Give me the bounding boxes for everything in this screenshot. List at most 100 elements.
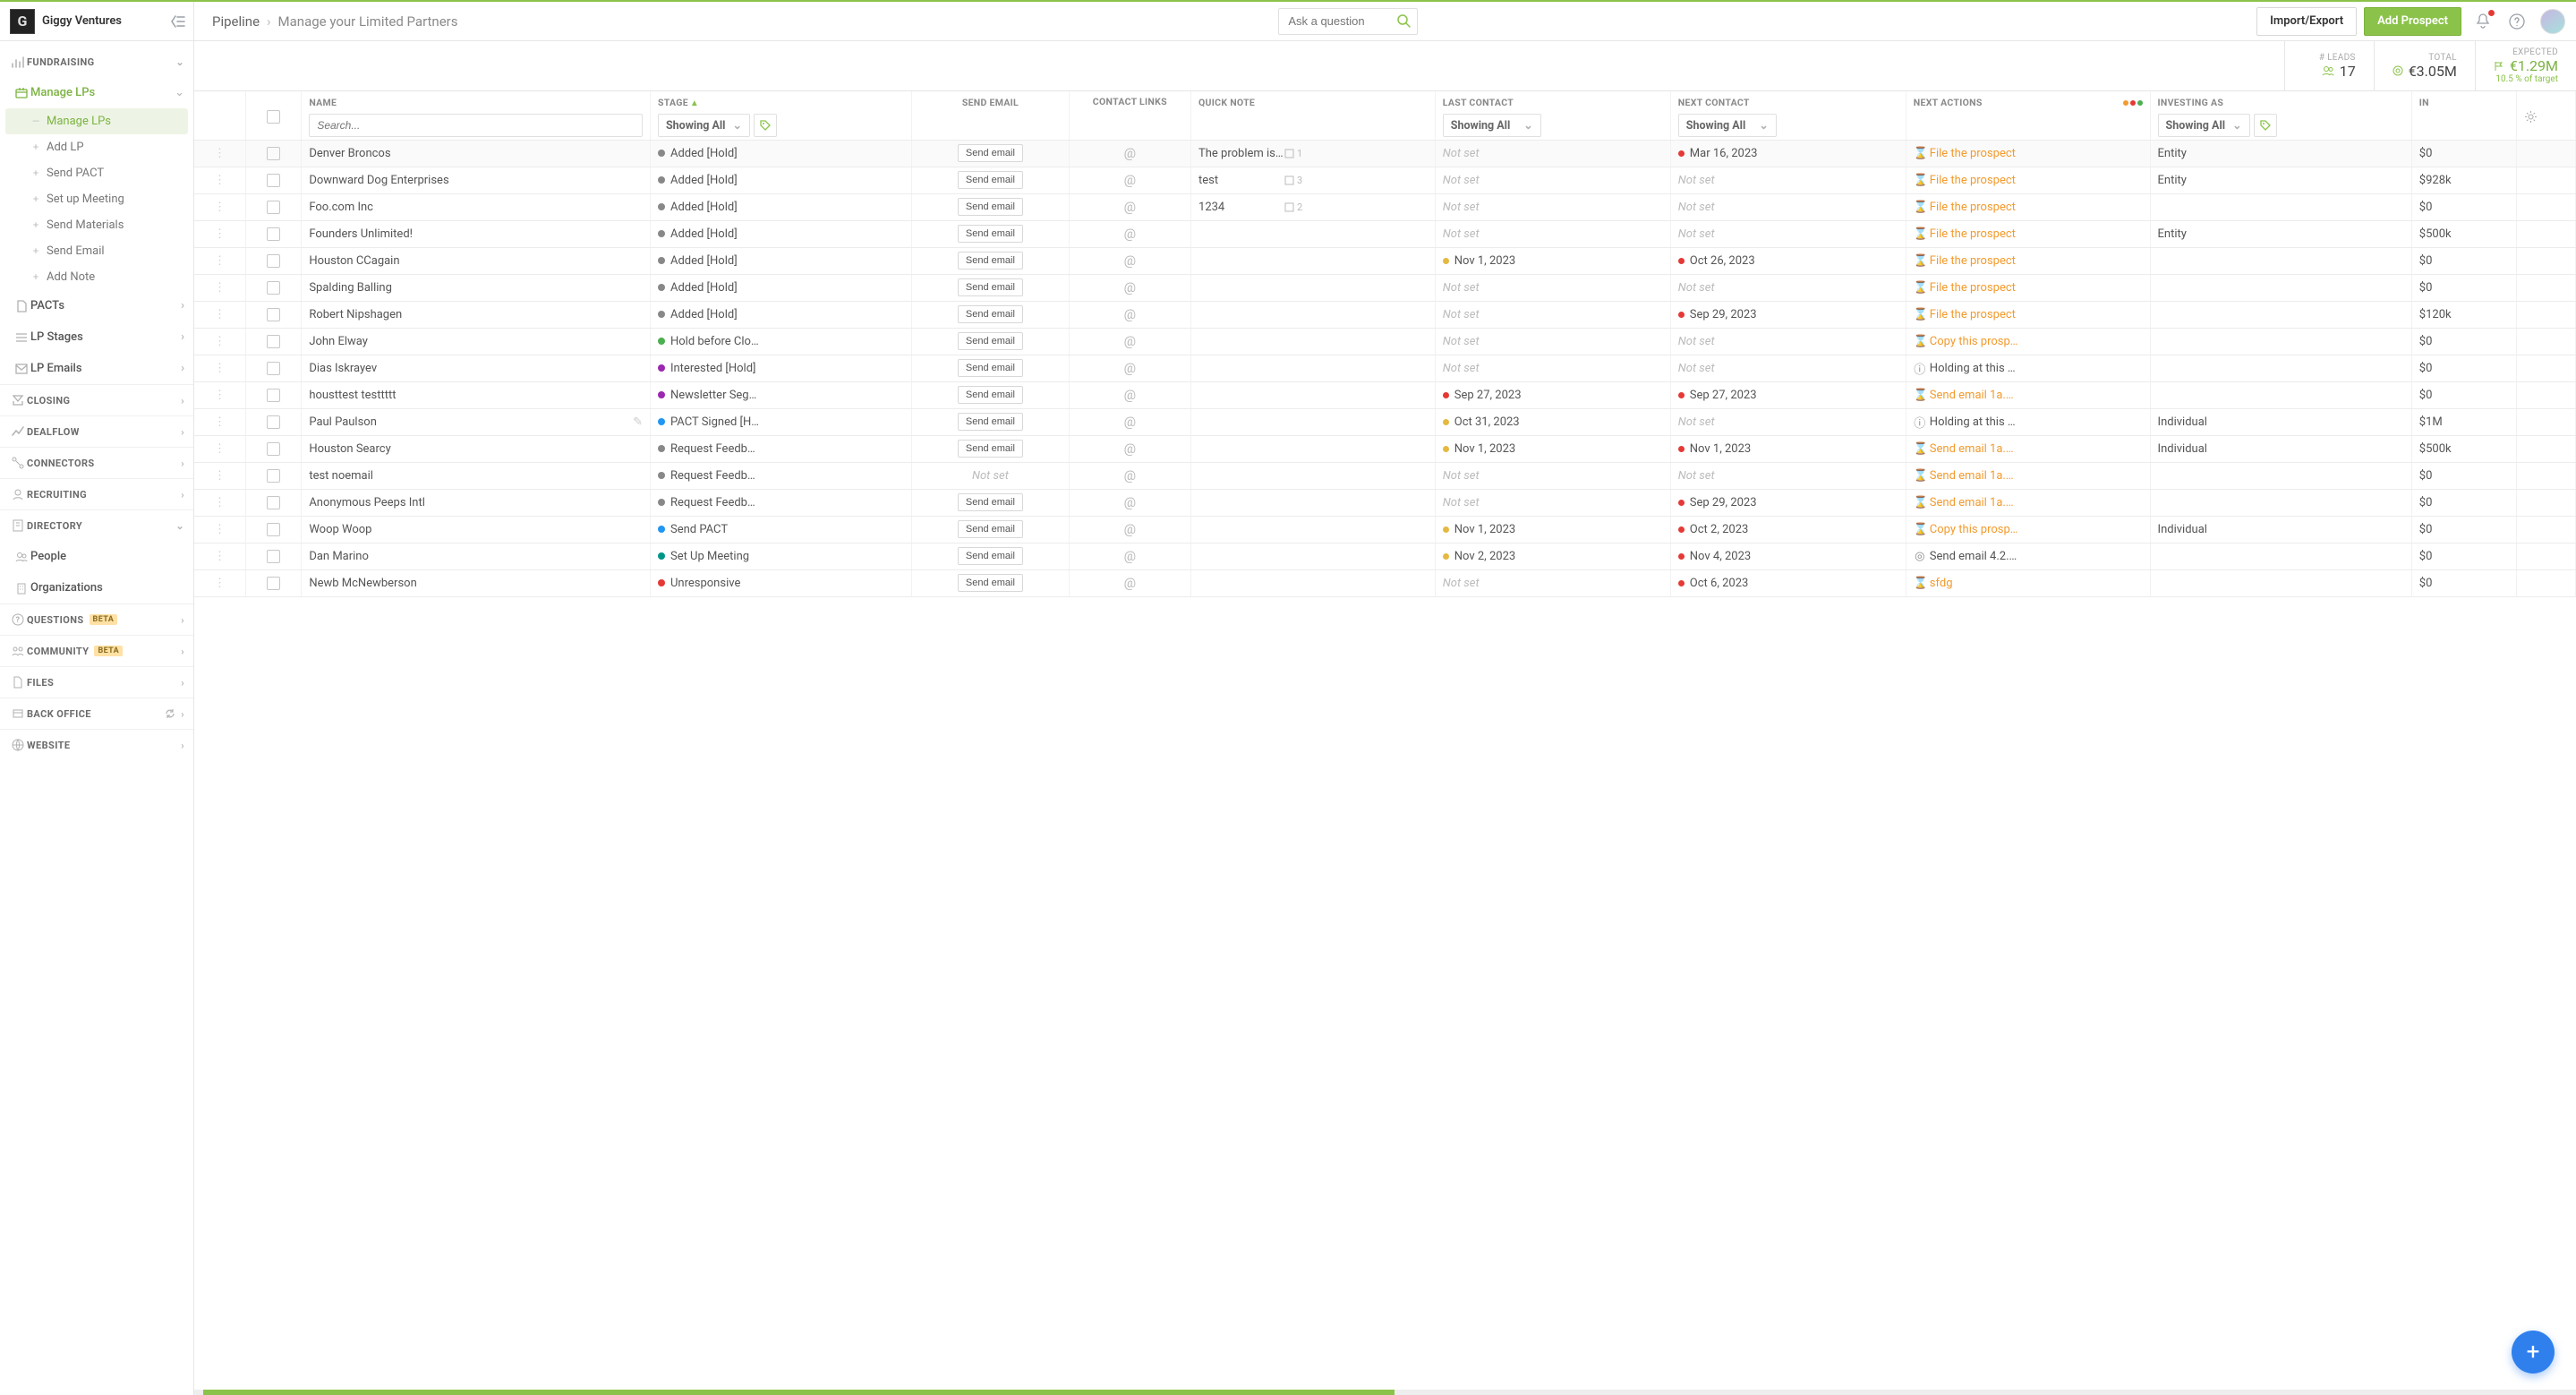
- cell-quick[interactable]: [1191, 435, 1436, 462]
- cell-contact[interactable]: @: [1069, 301, 1190, 328]
- send-email-button[interactable]: Send email: [958, 171, 1023, 189]
- cell-contact[interactable]: @: [1069, 435, 1190, 462]
- cell-stage[interactable]: Request Feedback: [650, 462, 911, 489]
- cell-investing-as[interactable]: [2150, 247, 2411, 274]
- cell-contact[interactable]: @: [1069, 543, 1190, 569]
- cell-name[interactable]: Dias Iskrayev: [302, 355, 651, 381]
- sidebar-collapse-icon[interactable]: [170, 15, 186, 28]
- cell-investing-as[interactable]: Individual: [2150, 435, 2411, 462]
- send-email-button[interactable]: Send email: [958, 332, 1023, 350]
- add-prospect-button[interactable]: Add Prospect: [2364, 7, 2461, 36]
- cell-last-contact[interactable]: Not set: [1435, 140, 1670, 167]
- cell-in[interactable]: $0: [2411, 328, 2516, 355]
- cell-next-action[interactable]: ⌛File the prospect: [1906, 274, 2150, 301]
- cell-next-action[interactable]: ⌛Send email 1a.1. Fe...: [1906, 435, 2150, 462]
- at-icon[interactable]: @: [1124, 494, 1136, 510]
- table-row[interactable]: ⋮Anonymous Peeps IntlRequest FeedbackSen…: [194, 489, 2576, 516]
- cell-next-contact[interactable]: Not set: [1670, 220, 1906, 247]
- cell-next-contact[interactable]: Not set: [1670, 408, 1906, 435]
- send-email-button[interactable]: Send email: [958, 493, 1023, 511]
- table-settings-icon[interactable]: [2524, 110, 2568, 124]
- table-row[interactable]: ⋮Woop WoopSend PACTSend email@Nov 1, 202…: [194, 516, 2576, 543]
- at-icon[interactable]: @: [1124, 521, 1136, 537]
- sidebar-item-lp-stages[interactable]: LP Stages ›: [0, 321, 193, 353]
- cell-stage[interactable]: Added [Hold]: [650, 247, 911, 274]
- cell-in[interactable]: $500k: [2411, 435, 2516, 462]
- cell-in[interactable]: $0: [2411, 140, 2516, 167]
- cell-quick[interactable]: [1191, 328, 1436, 355]
- send-email-button[interactable]: Send email: [958, 252, 1023, 270]
- cell-quick[interactable]: [1191, 543, 1436, 569]
- row-checkbox[interactable]: [267, 174, 280, 187]
- cell-investing-as[interactable]: [2150, 301, 2411, 328]
- cell-stage[interactable]: Added [Hold]: [650, 193, 911, 220]
- cell-name[interactable]: Newb McNewberson: [302, 569, 651, 596]
- cell-next-contact[interactable]: Nov 1, 2023: [1670, 435, 1906, 462]
- at-icon[interactable]: @: [1124, 333, 1136, 349]
- cell-investing-as[interactable]: [2150, 355, 2411, 381]
- table-row[interactable]: ⋮Robert NipshagenAdded [Hold]Send email@…: [194, 301, 2576, 328]
- cell-last-contact[interactable]: Nov 1, 2023: [1435, 516, 1670, 543]
- cell-investing-as[interactable]: [2150, 462, 2411, 489]
- cell-investing-as[interactable]: [2150, 381, 2411, 408]
- row-checkbox[interactable]: [267, 469, 280, 483]
- cell-next-action[interactable]: ⌛File the prospect: [1906, 193, 2150, 220]
- sidebar-section-connectors[interactable]: CONNECTORS ›: [0, 448, 193, 478]
- row-checkbox[interactable]: [267, 415, 280, 429]
- sidebar-subitem-add-lp[interactable]: +Add LP: [0, 134, 193, 160]
- at-icon[interactable]: @: [1124, 575, 1136, 591]
- table-row[interactable]: ⋮Newb McNewbersonUnresponsiveSend email@…: [194, 569, 2576, 596]
- row-drag-handle[interactable]: ⋮: [194, 193, 245, 220]
- cell-next-contact[interactable]: Not set: [1670, 193, 1906, 220]
- investas-tag-button[interactable]: [2254, 114, 2277, 137]
- at-icon[interactable]: @: [1124, 360, 1136, 376]
- cell-last-contact[interactable]: Not set: [1435, 193, 1670, 220]
- table-row[interactable]: ⋮test noemailRequest FeedbackNot set@Not…: [194, 462, 2576, 489]
- send-email-button[interactable]: Send email: [958, 198, 1023, 216]
- row-checkbox[interactable]: [267, 147, 280, 160]
- send-email-button[interactable]: Send email: [958, 359, 1023, 377]
- row-drag-handle[interactable]: ⋮: [194, 408, 245, 435]
- row-checkbox[interactable]: [267, 308, 280, 321]
- import-export-button[interactable]: Import/Export: [2256, 7, 2357, 36]
- cell-last-contact[interactable]: Not set: [1435, 462, 1670, 489]
- row-drag-handle[interactable]: ⋮: [194, 381, 245, 408]
- row-drag-handle[interactable]: ⋮: [194, 328, 245, 355]
- send-email-button[interactable]: Send email: [958, 305, 1023, 323]
- cell-next-action[interactable]: ⌛File the prospect: [1906, 167, 2150, 193]
- cell-last-contact[interactable]: Oct 31, 2023: [1435, 408, 1670, 435]
- at-icon[interactable]: @: [1124, 414, 1136, 430]
- cell-stage[interactable]: Added [Hold]: [650, 301, 911, 328]
- row-checkbox[interactable]: [267, 496, 280, 509]
- cell-stage[interactable]: Added [Hold]: [650, 220, 911, 247]
- cell-quick[interactable]: [1191, 489, 1436, 516]
- name-filter-input[interactable]: [309, 114, 643, 137]
- cell-contact[interactable]: @: [1069, 247, 1190, 274]
- send-email-button[interactable]: Send email: [958, 225, 1023, 243]
- cell-next-contact[interactable]: Sep 27, 2023: [1670, 381, 1906, 408]
- cell-name[interactable]: Denver Broncos: [302, 140, 651, 167]
- row-checkbox[interactable]: [267, 227, 280, 241]
- cell-next-action[interactable]: ⌛Copy this prospec...: [1906, 516, 2150, 543]
- horizontal-scrollbar[interactable]: [194, 1390, 2576, 1395]
- send-email-button[interactable]: Send email: [958, 413, 1023, 431]
- cell-contact[interactable]: @: [1069, 167, 1190, 193]
- row-drag-handle[interactable]: ⋮: [194, 247, 245, 274]
- cell-investing-as[interactable]: [2150, 193, 2411, 220]
- next-contact-filter-dropdown[interactable]: Showing All⌄: [1678, 114, 1777, 137]
- sidebar-subitem-manage-lps[interactable]: —Manage LPs: [5, 108, 188, 134]
- table-row[interactable]: ⋮Foo.com IncAdded [Hold]Send email@12342…: [194, 193, 2576, 220]
- cell-quick[interactable]: [1191, 462, 1436, 489]
- at-icon[interactable]: @: [1124, 441, 1136, 457]
- sidebar-section-questions[interactable]: ? QUESTIONS BETA ›: [0, 604, 193, 635]
- sidebar-section-website[interactable]: WEBSITE ›: [0, 730, 193, 760]
- cell-last-contact[interactable]: Not set: [1435, 167, 1670, 193]
- col-contact-header[interactable]: CONTACT LINKS: [1077, 97, 1183, 108]
- cell-next-contact[interactable]: Not set: [1670, 328, 1906, 355]
- cell-in[interactable]: $0: [2411, 381, 2516, 408]
- cell-in[interactable]: $0: [2411, 462, 2516, 489]
- cell-contact[interactable]: @: [1069, 193, 1190, 220]
- sidebar-subitem-send-materials[interactable]: +Send Materials: [0, 212, 193, 238]
- cell-next-contact[interactable]: Sep 29, 2023: [1670, 489, 1906, 516]
- cell-next-action[interactable]: ⌛File the prospect: [1906, 140, 2150, 167]
